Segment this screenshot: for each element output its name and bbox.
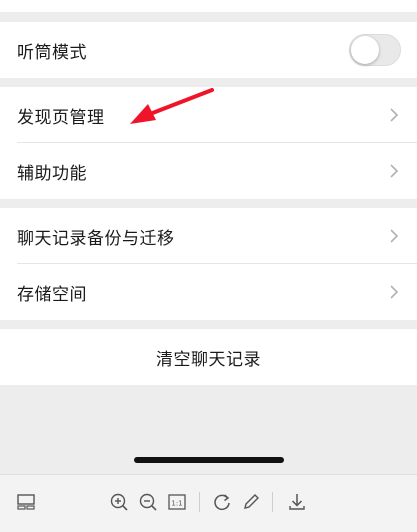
zoom-in-icon[interactable]: [108, 491, 130, 513]
settings-screen: 听筒模式 发现页管理 辅助功能 聊天记录备份与迁移 存储空间 清空聊天记录: [0, 0, 417, 474]
earpiece-mode-label: 听筒模式: [17, 42, 87, 62]
clear-chat-label: 清空聊天记录: [156, 349, 261, 369]
download-icon[interactable]: [286, 491, 308, 513]
toolbar-separator: [272, 492, 273, 512]
storage-label: 存储空间: [17, 284, 87, 304]
home-indicator: [134, 457, 284, 463]
clear-chat-group: 清空聊天记录: [0, 329, 417, 385]
previous-group-edge: [0, 0, 417, 12]
chevron-right-icon: [390, 108, 399, 122]
actual-size-icon[interactable]: 1:1: [166, 491, 188, 513]
annotation-arrow-icon: [130, 88, 214, 124]
edit-pen-icon[interactable]: [240, 491, 262, 513]
actual-size-label: 1:1: [171, 500, 182, 508]
accessibility-label: 辅助功能: [17, 163, 87, 183]
discover-manage-label: 发现页管理: [17, 107, 105, 127]
chevron-right-icon: [390, 229, 399, 243]
clear-chat-button[interactable]: 清空聊天记录: [0, 329, 417, 385]
toolbar-separator: [199, 492, 200, 512]
toggle-knob: [351, 36, 379, 64]
earpiece-mode-row: 听筒模式: [0, 22, 417, 78]
zoom-out-icon[interactable]: [137, 491, 159, 513]
viewer-toolbar: 1:1: [0, 474, 417, 532]
rotate-icon[interactable]: [211, 491, 233, 513]
chat-backup-label: 聊天记录备份与迁移: [17, 228, 175, 248]
chevron-right-icon: [390, 164, 399, 178]
chevron-right-icon: [390, 285, 399, 299]
accessibility-row[interactable]: 辅助功能: [0, 143, 417, 199]
storage-row[interactable]: 存储空间: [0, 264, 417, 320]
earpiece-group: 听筒模式: [0, 22, 417, 78]
storage-group: 聊天记录备份与迁移 存储空间: [0, 208, 417, 320]
thumbnail-icon[interactable]: [15, 491, 37, 513]
chat-backup-row[interactable]: 聊天记录备份与迁移: [0, 208, 417, 264]
earpiece-mode-toggle[interactable]: [349, 34, 401, 66]
